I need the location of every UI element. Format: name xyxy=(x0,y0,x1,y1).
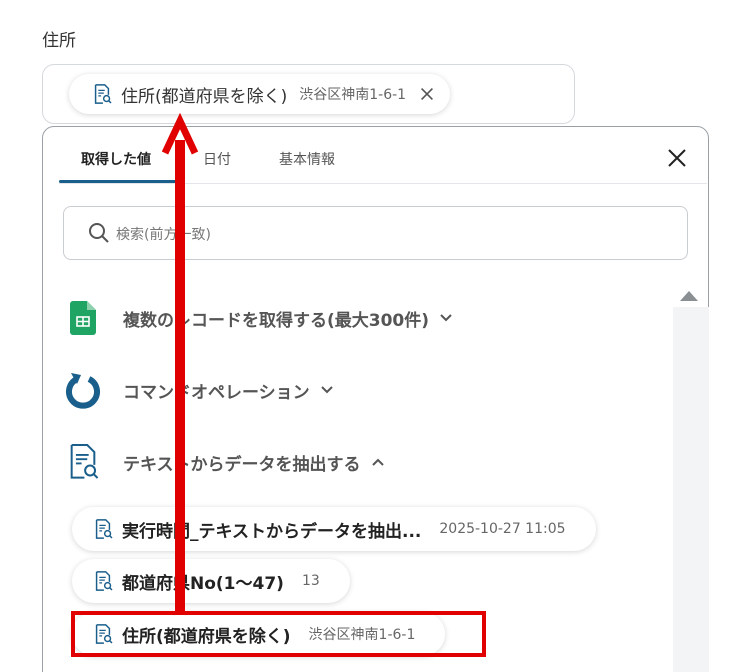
arrow-annotation xyxy=(161,112,199,612)
